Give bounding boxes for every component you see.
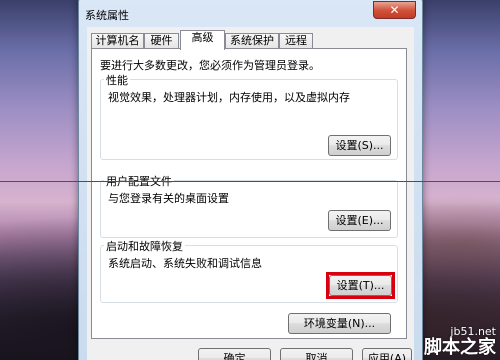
admin-notice: 要进行大多数更改，您必须作为管理员登录。 [100,59,320,72]
annotation-line [0,181,500,182]
close-icon: ✕ [389,3,400,17]
close-button[interactable]: ✕ [373,1,416,19]
startup-recovery-description: 系统启动、系统失败和调试信息 [108,257,262,270]
performance-description: 视觉效果，处理器计划，内存使用，以及虚拟内存 [108,91,350,104]
tab-hardware[interactable]: 硬件 [144,33,179,49]
watermark-brand: 脚本之家 [424,337,496,358]
advanced-tab-panel: 要进行大多数更改，您必须作为管理员登录。 性能 视觉效果，处理器计划，内存使用，… [91,48,407,339]
environment-variables-button[interactable]: 环境变量(N)... [288,313,391,334]
performance-settings-button[interactable]: 设置(S)... [328,135,391,156]
startup-recovery-group: 启动和故障恢复 系统启动、系统失败和调试信息 设置(T)... [100,238,398,303]
window-title: 系统属性 [85,9,129,22]
performance-title: 性能 [104,72,130,88]
apply-button[interactable]: 应用(A) [362,348,412,360]
tab-computer-name[interactable]: 计算机名 [91,33,144,49]
ok-button[interactable]: 确定 [198,348,271,360]
tab-system-protection[interactable]: 系统保护 [225,33,279,49]
user-profiles-group: 用户配置文件 与您登录有关的桌面设置 设置(E)... [100,173,398,238]
user-profiles-settings-button[interactable]: 设置(E)... [328,210,391,231]
watermark: jb51.net 脚本之家 [424,325,496,358]
tab-advanced[interactable]: 高级 [180,30,225,50]
title-bar[interactable]: 系统属性 ✕ [79,0,422,27]
startup-recovery-settings-button[interactable]: 设置(T)... [329,275,392,296]
performance-group: 性能 视觉效果，处理器计划，内存使用，以及虚拟内存 设置(S)... [100,72,398,160]
user-profiles-description: 与您登录有关的桌面设置 [108,192,229,205]
startup-recovery-title: 启动和故障恢复 [104,238,185,254]
cancel-button[interactable]: 取消 [280,348,353,360]
system-properties-dialog: 系统属性 ✕ 计算机名 硬件 高级 系统保护 远程 要进行大多数更改，您必须作为… [78,0,423,360]
dialog-client-area: 计算机名 硬件 高级 系统保护 远程 要进行大多数更改，您必须作为管理员登录。 … [87,27,414,360]
tab-remote[interactable]: 远程 [279,33,313,49]
